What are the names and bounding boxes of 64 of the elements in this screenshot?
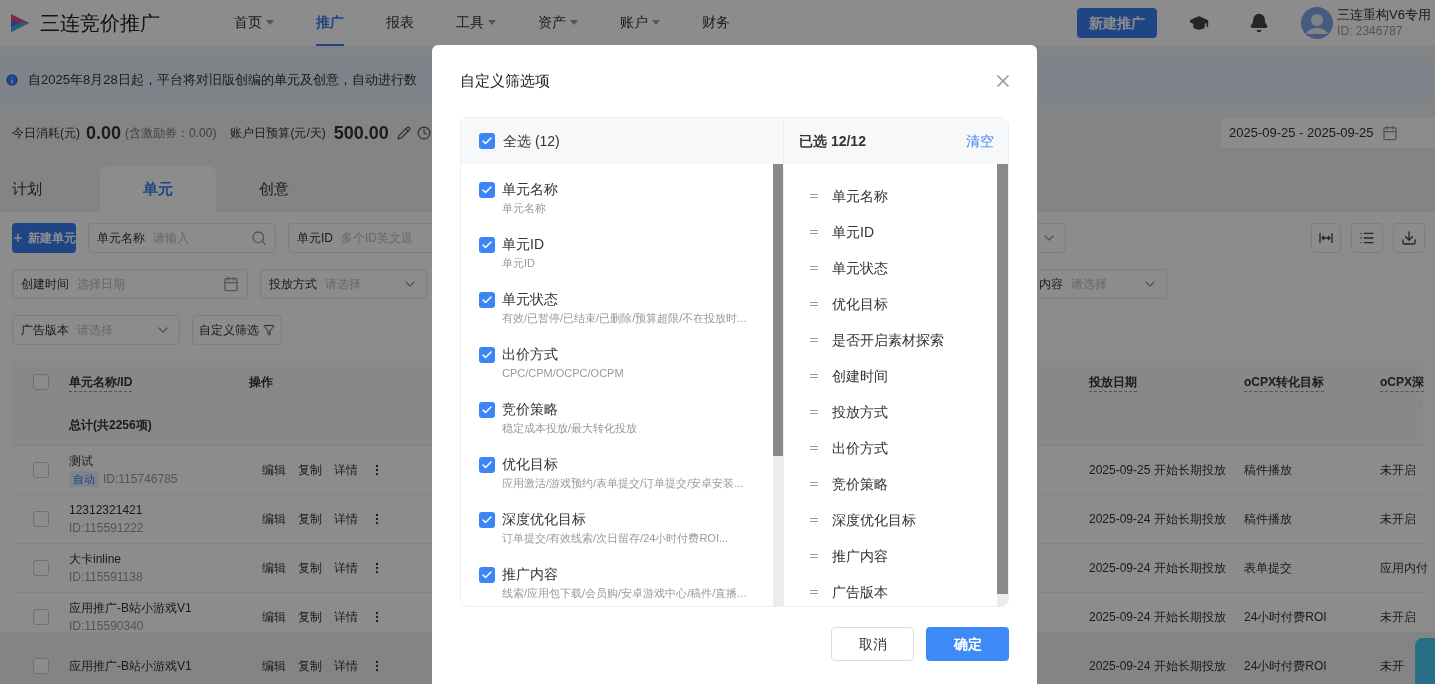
selected-item-label: 优化目标 [832, 294, 888, 314]
selected-item-label: 竞价策略 [832, 474, 888, 494]
selected-item-label: 创建时间 [832, 366, 888, 386]
column-header: oCPX深 [1380, 372, 1424, 392]
selected-item-label: 广告版本 [832, 582, 888, 602]
account-name: 三连重构V6专用 [1337, 6, 1431, 23]
stat-label: 今日消耗(元) [12, 125, 80, 142]
selected-item-label: 单元状态 [832, 258, 888, 278]
auto-tag: 自动 [69, 471, 99, 487]
field-label: 投放方式 [269, 276, 317, 293]
selected-item-label: 投放方式 [832, 402, 888, 422]
stat-note: (含激励券：0.00) [125, 125, 217, 142]
stat-value: 0.00 [86, 121, 122, 145]
notice-text: 自2025年8月28日起，平台将对旧版创编的单元及创意，自动进行数 [28, 71, 417, 90]
table-cell-text: 应用内付 [1380, 560, 1428, 577]
date-range-text: 2025-09-25 - 2025-09-25 [1229, 124, 1374, 143]
option-description: 线索/应用包下载/会员购/安卓游戏中心/稿件/直播... [502, 586, 747, 601]
table-cell-text: 2025-09-24 开始长期投放 [1089, 560, 1227, 577]
table-cell-text: 稿件播放 [1244, 462, 1293, 479]
table-cell-text: 稿件播放 [1244, 511, 1293, 528]
account-id: ID: 2346787 [1337, 23, 1404, 40]
unit-id: ID:115591138 [69, 569, 143, 585]
table-cell-text: 未开启 [1380, 511, 1417, 528]
option-description: 稳定成本投放/最大转化投放 [502, 421, 638, 436]
option-description: 订单提交/有效线索/次日留存/24小时付费ROI... [502, 531, 729, 546]
option-description: 单元名称 [502, 201, 547, 216]
total-row-label: 总计(共2256项) [69, 416, 152, 434]
table-cell-text: 2025-09-25 开始长期投放 [1089, 462, 1227, 479]
column-header: oCPX转化目标 [1244, 372, 1324, 392]
unit-id: ID:115590340 [69, 618, 144, 634]
stat-label: 账户日预算(元/天) [230, 125, 326, 142]
option-description: 有效/已暂停/已结束/已删除/预算超限/不在投放时... [502, 311, 747, 326]
field-label: 单元ID [297, 230, 333, 247]
selected-item-label: 是否开启素材探索 [832, 330, 944, 350]
selected-item-label: 单元ID [832, 222, 874, 242]
field-label: 广告版本 [21, 322, 69, 339]
option-description: CPC/CPM/OCPC/OCPM [502, 366, 624, 381]
stat-value: 500.00 [333, 121, 389, 145]
selected-item-label: 出价方式 [832, 438, 888, 458]
table-cell-text: 2025-09-24 开始长期投放 [1089, 511, 1227, 528]
field-label: 创建时间 [21, 276, 69, 293]
column-header: 操作 [249, 374, 273, 391]
table-cell-text: 未开启 [1380, 462, 1417, 479]
option-description: 应用激活/游戏预约/表单提交/订单提交/安卓安装... [502, 476, 744, 491]
table-cell-text: 24小时付费ROI [1244, 658, 1328, 675]
column-header: 投放日期 [1089, 372, 1137, 392]
table-cell-text: 表单提交 [1244, 560, 1293, 577]
table-cell-text: 2025-09-24 开始长期投放 [1089, 609, 1227, 626]
selected-count: 已选 12/12 [799, 131, 866, 151]
column-header: 单元名称/ID [69, 372, 133, 392]
selected-item-label: 单元名称 [832, 186, 888, 206]
table-cell-text: 2025-09-24 开始长期投放 [1089, 658, 1227, 675]
table-cell-text: 24小时付费ROI [1244, 609, 1328, 626]
modal-title: 自定义筛选项 [460, 70, 550, 91]
field-label: 内容 [1039, 276, 1063, 293]
option-description: 单元ID [502, 256, 536, 271]
field-label: 单元名称 [97, 230, 145, 247]
table-cell-text: 未开 [1380, 658, 1405, 675]
table-cell-text: 未开启 [1380, 609, 1417, 626]
logo-text: 三连竞价推广 [40, 11, 160, 36]
unit-id: ID:115746785 [103, 471, 178, 487]
selected-item-label: 推广内容 [832, 546, 888, 566]
selected-item-label: 深度优化目标 [832, 510, 916, 530]
unit-id: ID:115591222 [69, 520, 144, 536]
